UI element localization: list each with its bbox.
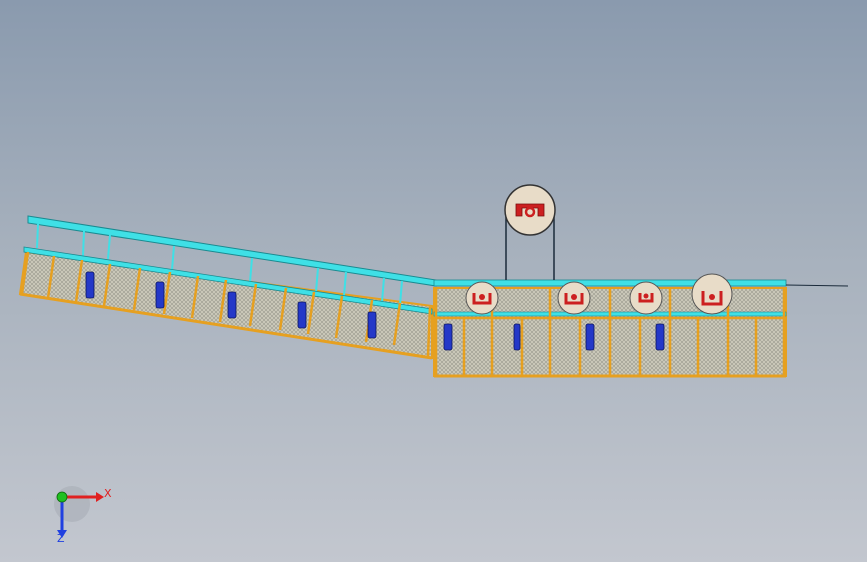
axis-triad: X Z — [54, 486, 112, 545]
inclined-conveyor[interactable] — [18, 215, 437, 360]
z-axis-label: Z — [57, 532, 65, 545]
cad-viewport[interactable]: X Z — [0, 0, 867, 562]
horizontal-conveyor[interactable] — [433, 184, 849, 378]
drive-pulley — [504, 184, 556, 280]
x-axis-head — [96, 492, 104, 502]
x-axis-label: X — [104, 487, 112, 500]
y-axis-origin — [56, 491, 68, 503]
belt-line — [785, 284, 849, 287]
